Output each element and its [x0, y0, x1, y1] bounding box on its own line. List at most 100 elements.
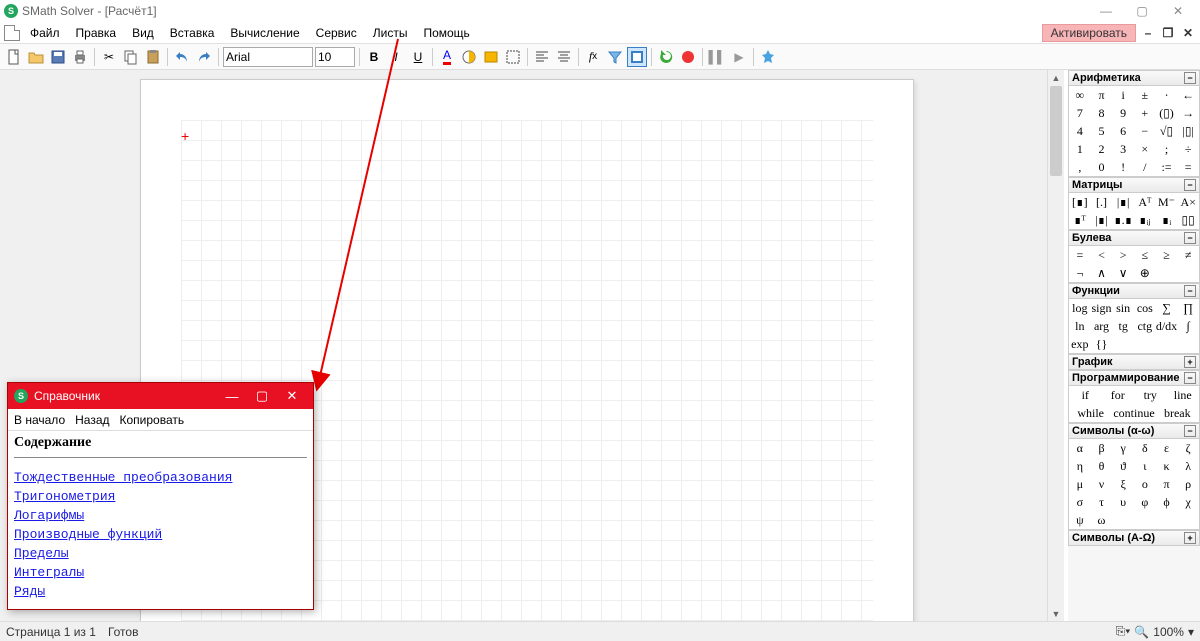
palette-cell[interactable]: β [1091, 439, 1113, 457]
palette-cell[interactable]: break [1156, 404, 1199, 422]
paste-icon[interactable] [143, 47, 163, 67]
stop-icon[interactable] [678, 47, 698, 67]
save-icon[interactable] [48, 47, 68, 67]
palette-cell[interactable]: [∎] [1069, 193, 1091, 211]
help-toc-link[interactable]: Пределы [14, 546, 69, 561]
palette-cell[interactable]: ∙ [1156, 86, 1178, 104]
menu-insert[interactable]: Вставка [162, 24, 223, 42]
palette-cell[interactable]: ∫ [1177, 317, 1199, 335]
workspace-scrollbar[interactable]: ▲ ▼ [1047, 70, 1064, 621]
palette-cell[interactable]: ctg [1134, 317, 1156, 335]
close-button[interactable]: ✕ [1160, 0, 1196, 22]
palette-cell[interactable]: 0 [1091, 158, 1113, 176]
palette-cell[interactable]: μ [1069, 475, 1091, 493]
collapse-icon[interactable]: − [1184, 232, 1196, 244]
palette-cell[interactable]: ∨ [1112, 264, 1134, 282]
palette-cell[interactable]: tg [1112, 317, 1134, 335]
palette-cell[interactable]: η [1069, 457, 1091, 475]
palette-cell[interactable]: ξ [1112, 475, 1134, 493]
palette-cell[interactable]: i [1112, 86, 1134, 104]
palette-cell[interactable]: √▯ [1156, 122, 1178, 140]
palette-cell[interactable]: ∞ [1069, 86, 1091, 104]
doc-minimize-icon[interactable]: – [1140, 25, 1156, 41]
palette-cell[interactable]: (▯) [1156, 104, 1178, 122]
help-toc-link[interactable]: Ряды [14, 584, 45, 599]
palette-cell[interactable]: σ [1069, 493, 1091, 511]
print-icon[interactable] [70, 47, 90, 67]
bg-color-icon[interactable] [459, 47, 479, 67]
palette-cell[interactable]: λ [1177, 457, 1199, 475]
palette-cell[interactable]: ln [1069, 317, 1091, 335]
filter-icon[interactable] [605, 47, 625, 67]
palette-cell[interactable]: line [1167, 386, 1200, 404]
help-close-button[interactable]: ✕ [277, 383, 307, 409]
palette-cell[interactable]: ∎.∎ [1112, 211, 1134, 229]
bold-icon[interactable]: B [364, 47, 384, 67]
palette-cell[interactable]: ψ [1069, 511, 1091, 529]
palette-cell[interactable] [1177, 264, 1199, 282]
palette-cell[interactable]: ϑ [1112, 457, 1134, 475]
scroll-up-icon[interactable]: ▲ [1048, 70, 1064, 85]
palette-cell[interactable]: 1 [1069, 140, 1091, 158]
palette-cell[interactable]: try [1134, 386, 1167, 404]
palette-cell[interactable]: ± [1134, 86, 1156, 104]
palette-cell[interactable]: exp [1069, 335, 1091, 353]
undo-icon[interactable] [172, 47, 192, 67]
palette-cell[interactable]: ∏ [1177, 299, 1199, 317]
palette-cell[interactable]: κ [1156, 457, 1178, 475]
palette-cell[interactable]: , [1069, 158, 1091, 176]
help-toc-link[interactable]: Производные функций [14, 527, 162, 542]
palette-cell[interactable]: π [1156, 475, 1178, 493]
palette-cell[interactable]: ≤ [1134, 246, 1156, 264]
palette-cell[interactable]: ι [1134, 457, 1156, 475]
zoom-dropdown-icon[interactable]: ▾ [1188, 625, 1194, 639]
palette-cell[interactable]: 9 [1112, 104, 1134, 122]
palette-cell[interactable]: ∎ᵢ [1156, 211, 1178, 229]
palette-cell[interactable]: α [1069, 439, 1091, 457]
copy-icon[interactable] [121, 47, 141, 67]
palette-cell[interactable]: τ [1091, 493, 1113, 511]
fit-page-icon[interactable]: ⎘▾ [1116, 624, 1131, 639]
minimize-button[interactable]: — [1088, 0, 1124, 22]
font-color-icon[interactable]: A [437, 47, 457, 67]
collapse-icon[interactable]: − [1184, 72, 1196, 84]
region-icon[interactable] [481, 47, 501, 67]
help-body[interactable]: Содержание Тождественные преобразованияТ… [8, 431, 313, 609]
palette-cell[interactable]: cos [1134, 299, 1156, 317]
zoom-icon[interactable]: 🔍 [1134, 625, 1149, 639]
recalc-icon[interactable] [656, 47, 676, 67]
align-center-icon[interactable] [554, 47, 574, 67]
menu-service[interactable]: Сервис [308, 24, 365, 42]
menu-edit[interactable]: Правка [68, 24, 125, 42]
palette-cell[interactable]: χ [1177, 493, 1199, 511]
palette-cell[interactable]: υ [1112, 493, 1134, 511]
help-menu-home[interactable]: В начало [14, 413, 65, 427]
palette-cell[interactable]: / [1134, 158, 1156, 176]
palette-cell[interactable]: 3 [1112, 140, 1134, 158]
palette-cell[interactable]: ; [1156, 140, 1178, 158]
palette-cell[interactable] [1177, 511, 1199, 529]
doc-close-icon[interactable]: ✕ [1180, 25, 1196, 41]
palette-cell[interactable]: ρ [1177, 475, 1199, 493]
palette-cell[interactable]: M⁻ [1156, 193, 1178, 211]
palette-cell[interactable]: ≠ [1177, 246, 1199, 264]
palette-cell[interactable] [1156, 511, 1178, 529]
palette-cell[interactable]: continue [1112, 404, 1155, 422]
panel-bool-head[interactable]: Булева− [1068, 230, 1200, 246]
palette-cell[interactable]: sign [1091, 299, 1113, 317]
palette-cell[interactable] [1134, 335, 1156, 353]
palette-cell[interactable]: |∎| [1091, 211, 1113, 229]
palette-cell[interactable]: > [1112, 246, 1134, 264]
palette-cell[interactable]: φ [1134, 493, 1156, 511]
expand-icon[interactable]: + [1184, 356, 1196, 368]
align-left-icon[interactable] [532, 47, 552, 67]
palette-cell[interactable]: ▯▯ [1177, 211, 1199, 229]
palette-cell[interactable]: δ [1134, 439, 1156, 457]
palette-cell[interactable]: ∎ᵢⱼ [1134, 211, 1156, 229]
palette-cell[interactable]: |∎| [1112, 193, 1134, 211]
palette-cell[interactable]: ε [1156, 439, 1178, 457]
help-minimize-button[interactable]: — [217, 383, 247, 409]
palette-cell[interactable]: ο [1134, 475, 1156, 493]
palette-cell[interactable]: sin [1112, 299, 1134, 317]
fx-icon[interactable]: fx [583, 47, 603, 67]
